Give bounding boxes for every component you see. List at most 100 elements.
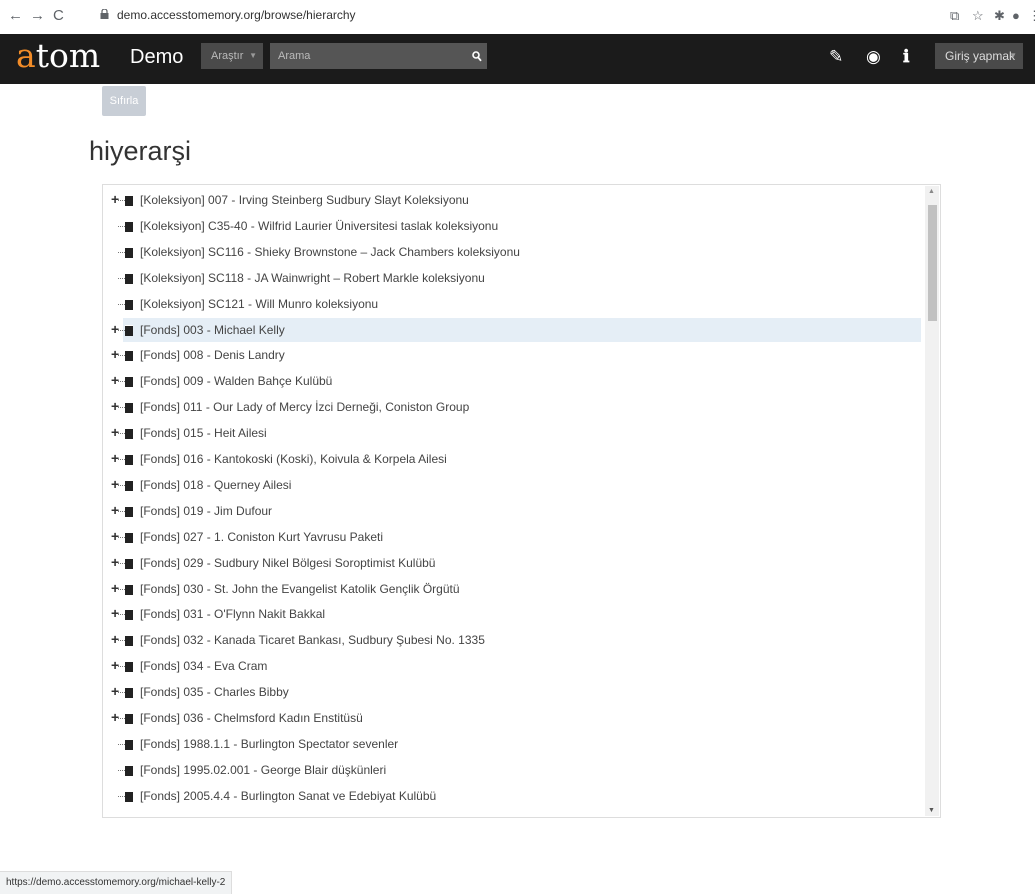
expand-icon[interactable]	[111, 626, 127, 653]
tree-item[interactable]: [Fonds] 030 - St. John the Evangelist Ka…	[103, 575, 921, 602]
atom-logo[interactable]: atom	[16, 36, 100, 75]
tree-item[interactable]: [Fonds] 034 - Eva Cram	[103, 652, 921, 679]
expand-icon[interactable]	[111, 393, 127, 420]
tree-item[interactable]: [Koleksiyon] C35-40 - Wilfrid Laurier Ün…	[103, 213, 921, 239]
tree-item-label[interactable]: [Fonds] 035 - Charles Bibby	[140, 679, 289, 705]
expand-icon[interactable]	[111, 419, 127, 446]
expand-icon[interactable]	[111, 445, 127, 472]
tree-item-label[interactable]: [Fonds] 009 - Walden Bahçe Kulübü	[140, 368, 332, 394]
expand-icon[interactable]	[111, 316, 127, 343]
expand-icon[interactable]	[111, 549, 127, 576]
globe-icon[interactable]: ◉	[866, 46, 881, 68]
expand-icon[interactable]	[111, 497, 127, 524]
clipboard-icon[interactable]: ✎	[829, 46, 843, 68]
login-label: Giriş yapmak	[945, 49, 1016, 63]
expand-icon[interactable]	[111, 600, 127, 627]
expand-icon[interactable]	[111, 186, 127, 213]
tree-item-label[interactable]: [Fonds] 034 - Eva Cram	[140, 653, 267, 679]
tree-item-label[interactable]: [Fonds] 032 - Kanada Ticaret Bankası, Su…	[140, 627, 485, 653]
document-icon	[125, 661, 133, 673]
bookmark-star-icon[interactable]: ☆	[972, 8, 984, 24]
caret-down-icon: ▼	[1009, 51, 1017, 60]
scroll-up-arrow-icon[interactable]: ▲	[928, 188, 935, 195]
translate-icon[interactable]: ⧉	[950, 8, 959, 24]
back-icon[interactable]: ←	[8, 6, 23, 26]
expand-icon[interactable]	[111, 523, 127, 550]
expand-icon[interactable]	[111, 367, 127, 394]
forward-icon[interactable]: →	[30, 6, 45, 26]
tree-item[interactable]: [Fonds] 015 - Heit Ailesi	[103, 419, 921, 446]
address-bar[interactable]: demo.accesstomemory.org/browse/hierarchy	[117, 8, 356, 22]
tree-item[interactable]: [Fonds] 2005.4.4 - Burlington Sanat ve E…	[103, 783, 921, 809]
document-icon	[125, 428, 133, 440]
tree-item-label[interactable]: [Fonds] 2005.4.4 - Burlington Sanat ve E…	[140, 783, 436, 809]
tree-item-label[interactable]: [Koleksiyon] 007 - Irving Steinberg Sudb…	[140, 187, 469, 213]
scroll-thumb[interactable]	[928, 205, 937, 321]
tree-item[interactable]: [Fonds] 019 - Jim Dufour	[103, 497, 921, 524]
tree-item-label[interactable]: [Koleksiyon] SC121 - Will Munro koleksiy…	[140, 291, 378, 317]
tree-item[interactable]: [Fonds] 008 - Denis Landry	[103, 341, 921, 368]
document-icon	[125, 713, 133, 724]
extensions-icon[interactable]: ✱	[994, 8, 1005, 24]
expand-icon[interactable]	[111, 704, 127, 731]
tree-item[interactable]: [Koleksiyon] SC116 - Shieky Brownstone –…	[103, 239, 921, 265]
tree-item-label[interactable]: [Fonds] 029 - Sudbury Nikel Bölgesi Soro…	[140, 550, 435, 576]
tree-item[interactable]: [Fonds] 018 - Querney Ailesi	[103, 471, 921, 498]
tree-connector-icon	[112, 239, 127, 265]
tree-item-label[interactable]: [Fonds] 1995.02.001 - George Blair düşkü…	[140, 757, 386, 783]
tree-item[interactable]: [Fonds] 1988.1.1 - Burlington Spectator …	[103, 731, 921, 757]
tree-item-label[interactable]: [Koleksiyon] C35-40 - Wilfrid Laurier Ün…	[140, 213, 498, 239]
tree-item[interactable]: [Fonds] 036 - Chelmsford Kadın Enstitüsü	[103, 704, 921, 731]
tree-connector-icon	[112, 291, 127, 317]
tree-item-label[interactable]: [Koleksiyon] SC116 - Shieky Brownstone –…	[140, 239, 520, 265]
tree-item-label[interactable]: [Fonds] 027 - 1. Coniston Kurt Yavrusu P…	[140, 524, 383, 550]
tree-item[interactable]: [Fonds] 1995.02.001 - George Blair düşkü…	[103, 757, 921, 783]
tree-item-label[interactable]: [Koleksiyon] SC118 - JA Wainwright – Rob…	[140, 265, 485, 291]
document-icon	[125, 583, 133, 595]
tree-item[interactable]: [Fonds] 016 - Kantokoski (Koski), Koivul…	[103, 445, 921, 472]
tree-item[interactable]: [Fonds] 003 - Michael Kelly	[103, 316, 921, 343]
tree-item-label[interactable]: [Fonds] 003 - Michael Kelly	[140, 317, 285, 343]
tree-item[interactable]: [Fonds] 035 - Charles Bibby	[103, 678, 921, 705]
reload-icon[interactable]: C	[53, 6, 64, 26]
tree-item-label[interactable]: [Fonds] 018 - Querney Ailesi	[140, 472, 291, 498]
tree-item[interactable]: [Fonds] 029 - Sudbury Nikel Bölgesi Soro…	[103, 549, 921, 576]
tree-item[interactable]: [Koleksiyon] SC121 - Will Munro koleksiy…	[103, 291, 921, 317]
tree-item[interactable]: [Fonds] 027 - 1. Coniston Kurt Yavrusu P…	[103, 523, 921, 550]
tree-item-label[interactable]: [Fonds] 036 - Chelmsford Kadın Enstitüsü	[140, 705, 363, 731]
tree-item-label[interactable]: [Fonds] 015 - Heit Ailesi	[140, 420, 267, 446]
search-button[interactable]	[467, 43, 487, 69]
expand-icon[interactable]	[111, 471, 127, 498]
reset-button[interactable]: Sıfırla	[102, 86, 146, 116]
tree-item[interactable]: [Fonds] 032 - Kanada Ticaret Bankası, Su…	[103, 626, 921, 653]
tree-item[interactable]: [Fonds] 031 - O'Flynn Nakit Bakkal	[103, 600, 921, 627]
tree-item-label[interactable]: [Fonds] 031 - O'Flynn Nakit Bakkal	[140, 601, 325, 627]
expand-icon[interactable]	[111, 341, 127, 368]
tree-item[interactable]: [Koleksiyon] SC118 - JA Wainwright – Rob…	[103, 265, 921, 291]
browse-menu-button[interactable]: Araştır ▼	[201, 43, 263, 69]
browse-menu-label: Araştır	[211, 50, 244, 62]
hierarchy-tree[interactable]: [Koleksiyon] 007 - Irving Steinberg Sudb…	[102, 184, 941, 818]
tree-item[interactable]: [Fonds] 011 - Our Lady of Mercy İzci Der…	[103, 393, 921, 420]
tree-item-label[interactable]: [Fonds] 030 - St. John the Evangelist Ka…	[140, 576, 460, 602]
info-icon[interactable]: ℹ	[903, 46, 909, 68]
tree-item-label[interactable]: [Fonds] 1988.1.1 - Burlington Spectator …	[140, 731, 398, 757]
tree-item[interactable]: [Koleksiyon] 007 - Irving Steinberg Sudb…	[103, 186, 921, 213]
expand-icon[interactable]	[111, 575, 127, 602]
tree-scrollbar[interactable]: ▲ ▼	[925, 186, 939, 816]
menu-icon[interactable]: ⋮	[1028, 8, 1035, 24]
tree-item-label[interactable]: [Fonds] 019 - Jim Dufour	[140, 498, 272, 524]
search-input[interactable]	[270, 43, 467, 69]
tree-item[interactable]: [Fonds] 009 - Walden Bahçe Kulübü	[103, 367, 921, 394]
expand-icon[interactable]	[111, 678, 127, 705]
expand-icon[interactable]	[111, 652, 127, 679]
login-button[interactable]: Giriş yapmak ▼	[935, 43, 1023, 69]
tree-item-label[interactable]: [Fonds] 011 - Our Lady of Mercy İzci Der…	[140, 394, 469, 420]
tree-item-label[interactable]: [Fonds] 016 - Kantokoski (Koski), Koivul…	[140, 446, 447, 472]
scroll-down-arrow-icon[interactable]: ▼	[928, 807, 935, 814]
tree-item-label[interactable]: [Fonds] 008 - Denis Landry	[140, 342, 285, 368]
document-icon	[125, 609, 133, 621]
document-icon	[125, 246, 133, 258]
profile-icon[interactable]: ●	[1012, 8, 1020, 24]
site-name[interactable]: Demo	[130, 46, 183, 69]
